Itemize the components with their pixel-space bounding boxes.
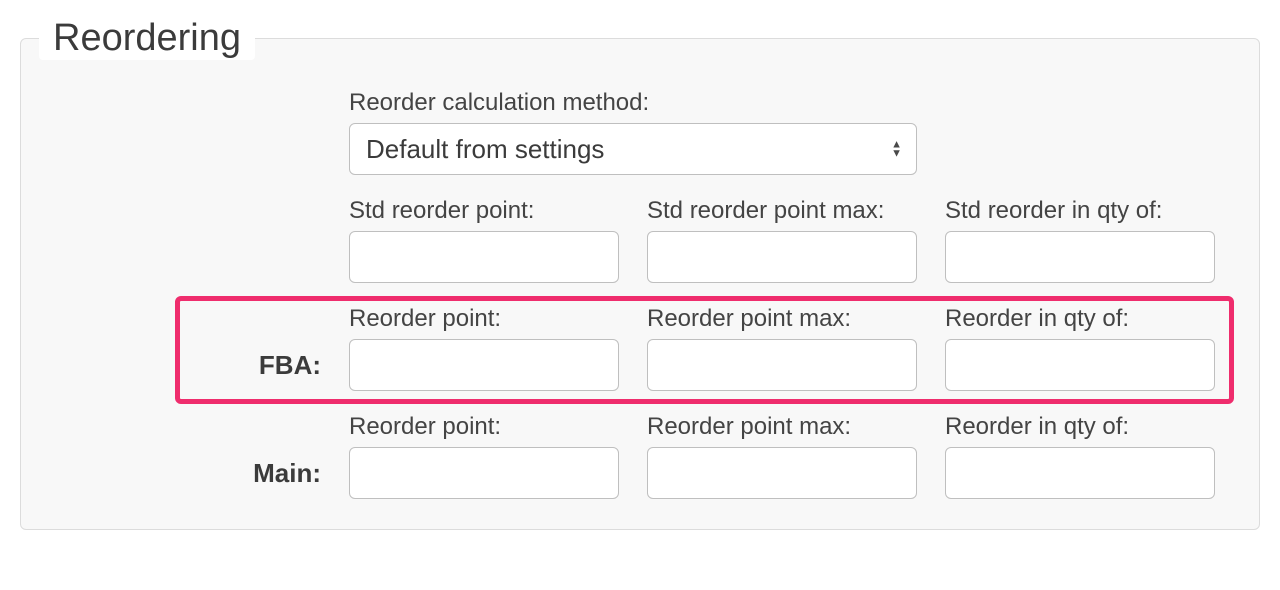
std-reorder-point-max-field: Std reorder point max:: [647, 197, 917, 283]
main-reorder-qty-field: Reorder in qty of:: [945, 413, 1215, 499]
std-reorder-point-max-input[interactable]: [647, 231, 917, 283]
fba-reorder-point-max-field: Reorder point max:: [647, 305, 917, 391]
dropdown-arrows-icon: ▲ ▼: [891, 141, 902, 158]
main-row-label: Main:: [253, 458, 321, 488]
reordering-section: Reordering Reorder calculation method: D…: [20, 38, 1260, 530]
main-reorder-point-label: Reorder point:: [349, 413, 619, 441]
reorder-method-value: Default from settings: [366, 134, 604, 165]
main-reorder-point-max-field: Reorder point max:: [647, 413, 917, 499]
std-reorder-point-input[interactable]: [349, 231, 619, 283]
fba-reorder-qty-label: Reorder in qty of:: [945, 305, 1215, 333]
main-reorder-point-field: Reorder point:: [349, 413, 619, 499]
main-reorder-point-input[interactable]: [349, 447, 619, 499]
main-reorder-point-max-input[interactable]: [647, 447, 917, 499]
std-reorder-qty-field: Std reorder in qty of:: [945, 197, 1215, 283]
reorder-method-select[interactable]: Default from settings ▲ ▼: [349, 123, 917, 175]
fba-reorder-point-label: Reorder point:: [349, 305, 619, 333]
std-reorder-point-field: Std reorder point:: [349, 197, 619, 283]
main-reorder-point-max-label: Reorder point max:: [647, 413, 917, 441]
std-reorder-point-max-label: Std reorder point max:: [647, 197, 917, 225]
fba-reorder-point-field: Reorder point:: [349, 305, 619, 391]
reordering-form-grid: Reorder calculation method: Default from…: [61, 89, 1219, 499]
fba-row-label: FBA:: [259, 350, 321, 380]
std-reorder-point-label: Std reorder point:: [349, 197, 619, 225]
fba-reorder-qty-input[interactable]: [945, 339, 1215, 391]
reorder-method-label: Reorder calculation method:: [349, 89, 917, 117]
main-reorder-qty-label: Reorder in qty of:: [945, 413, 1215, 441]
fba-reorder-qty-field: Reorder in qty of:: [945, 305, 1215, 391]
fba-reorder-point-max-input[interactable]: [647, 339, 917, 391]
reorder-method-field: Reorder calculation method: Default from…: [349, 89, 917, 175]
fba-reorder-point-input[interactable]: [349, 339, 619, 391]
fba-reorder-point-max-label: Reorder point max:: [647, 305, 917, 333]
section-legend: Reordering: [39, 17, 255, 60]
std-reorder-qty-input[interactable]: [945, 231, 1215, 283]
main-reorder-qty-input[interactable]: [945, 447, 1215, 499]
fba-row-label-cell: FBA:: [259, 350, 321, 391]
main-row-label-cell: Main:: [253, 458, 321, 499]
std-reorder-qty-label: Std reorder in qty of:: [945, 197, 1215, 225]
